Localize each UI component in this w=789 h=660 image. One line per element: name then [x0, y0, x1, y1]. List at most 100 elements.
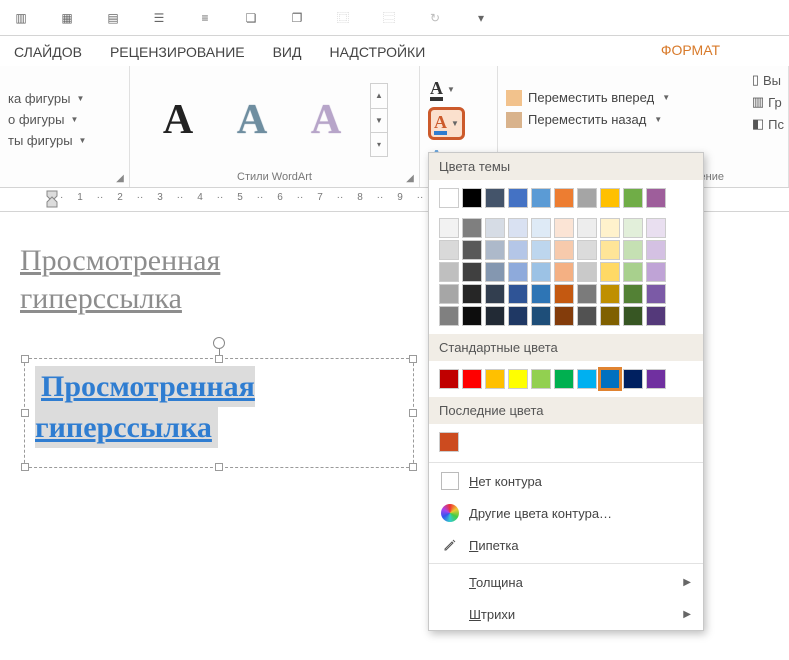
- gallery-more-icon[interactable]: ▾: [371, 132, 387, 156]
- shape-outline-button[interactable]: о фигуры▼: [8, 112, 86, 127]
- color-swatch[interactable]: [554, 306, 574, 326]
- color-swatch[interactable]: [439, 369, 459, 389]
- rotate-button[interactable]: ◧ Пс: [752, 116, 784, 132]
- no-outline-option[interactable]: Нет контура: [429, 465, 703, 497]
- align-top-icon[interactable]: ☰: [148, 7, 170, 29]
- color-swatch[interactable]: [462, 188, 482, 208]
- align-right-icon[interactable]: ▤: [102, 7, 124, 29]
- outline-dashes-option[interactable]: Штрихи ▶: [429, 598, 703, 630]
- color-swatch[interactable]: [508, 188, 528, 208]
- color-swatch[interactable]: [600, 188, 620, 208]
- color-swatch[interactable]: [577, 306, 597, 326]
- color-swatch[interactable]: [462, 240, 482, 260]
- color-swatch[interactable]: [462, 369, 482, 389]
- color-swatch[interactable]: [646, 306, 666, 326]
- color-swatch[interactable]: [554, 188, 574, 208]
- color-swatch[interactable]: [554, 369, 574, 389]
- resize-handle[interactable]: [409, 463, 417, 471]
- color-swatch[interactable]: [623, 240, 643, 260]
- color-swatch[interactable]: [646, 262, 666, 282]
- more-outline-colors-option[interactable]: Другие цвета контура…: [429, 497, 703, 529]
- color-swatch[interactable]: [623, 306, 643, 326]
- color-swatch[interactable]: [646, 369, 666, 389]
- wordart-dialog-launcher[interactable]: ◢: [403, 171, 417, 185]
- resize-handle[interactable]: [409, 355, 417, 363]
- color-swatch[interactable]: [531, 262, 551, 282]
- color-swatch[interactable]: [439, 240, 459, 260]
- color-swatch[interactable]: [531, 240, 551, 260]
- align-button[interactable]: ▯ Вы: [752, 72, 784, 88]
- align-center-icon[interactable]: ▦: [56, 7, 78, 29]
- color-swatch[interactable]: [485, 188, 505, 208]
- color-swatch[interactable]: [600, 240, 620, 260]
- color-swatch[interactable]: [508, 262, 528, 282]
- color-swatch[interactable]: [646, 284, 666, 304]
- color-swatch[interactable]: [462, 306, 482, 326]
- color-swatch[interactable]: [439, 218, 459, 238]
- color-swatch[interactable]: [508, 240, 528, 260]
- resize-handle[interactable]: [21, 463, 29, 471]
- color-swatch[interactable]: [508, 284, 528, 304]
- color-swatch[interactable]: [646, 240, 666, 260]
- color-swatch[interactable]: [439, 306, 459, 326]
- color-swatch[interactable]: [531, 284, 551, 304]
- bring-forward-icon[interactable]: ❏: [240, 7, 262, 29]
- resize-handle[interactable]: [21, 355, 29, 363]
- color-swatch[interactable]: [577, 262, 597, 282]
- tab-view[interactable]: ВИД: [259, 38, 316, 66]
- color-swatch[interactable]: [554, 262, 574, 282]
- color-swatch[interactable]: [623, 284, 643, 304]
- color-swatch[interactable]: [600, 218, 620, 238]
- color-swatch[interactable]: [600, 306, 620, 326]
- color-swatch[interactable]: [646, 218, 666, 238]
- color-swatch[interactable]: [577, 369, 597, 389]
- color-swatch[interactable]: [623, 188, 643, 208]
- color-swatch[interactable]: [462, 262, 482, 282]
- text-outline-button[interactable]: A ▼: [428, 107, 465, 140]
- color-swatch[interactable]: [508, 369, 528, 389]
- eyedropper-option[interactable]: Пипетка: [429, 529, 703, 561]
- outline-weight-option[interactable]: Толщина ▶: [429, 566, 703, 598]
- color-swatch[interactable]: [577, 188, 597, 208]
- send-backward-icon[interactable]: ❐: [286, 7, 308, 29]
- color-swatch[interactable]: [554, 284, 574, 304]
- tab-review[interactable]: РЕЦЕНЗИРОВАНИЕ: [96, 38, 259, 66]
- color-swatch[interactable]: [485, 240, 505, 260]
- color-swatch[interactable]: [623, 218, 643, 238]
- color-swatch[interactable]: [577, 240, 597, 260]
- color-swatch[interactable]: [554, 218, 574, 238]
- color-swatch[interactable]: [439, 262, 459, 282]
- color-swatch[interactable]: [485, 306, 505, 326]
- color-swatch[interactable]: [531, 306, 551, 326]
- color-swatch[interactable]: [485, 284, 505, 304]
- gallery-up-icon[interactable]: ▲: [371, 84, 387, 108]
- tab-format[interactable]: ФОРМАТ: [647, 36, 734, 64]
- color-swatch[interactable]: [439, 188, 459, 208]
- color-swatch[interactable]: [646, 188, 666, 208]
- color-swatch[interactable]: [439, 284, 459, 304]
- wordart-gallery[interactable]: A A A ▲ ▼ ▾: [138, 83, 388, 157]
- color-swatch[interactable]: [531, 188, 551, 208]
- color-swatch[interactable]: [508, 306, 528, 326]
- overflow-icon[interactable]: ▾: [470, 7, 492, 29]
- color-swatch[interactable]: [600, 369, 620, 389]
- color-swatch[interactable]: [439, 432, 459, 452]
- gallery-down-icon[interactable]: ▼: [371, 108, 387, 132]
- color-swatch[interactable]: [531, 218, 551, 238]
- color-swatch[interactable]: [554, 240, 574, 260]
- text-fill-button[interactable]: A ▼: [428, 76, 457, 103]
- color-swatch[interactable]: [531, 369, 551, 389]
- color-swatch[interactable]: [600, 284, 620, 304]
- resize-handle[interactable]: [215, 463, 223, 471]
- shape-fill-button[interactable]: ка фигуры▼: [8, 91, 86, 106]
- rotate-handle[interactable]: [213, 337, 225, 349]
- resize-handle[interactable]: [21, 409, 29, 417]
- tab-slides[interactable]: СЛАЙДОВ: [0, 38, 96, 66]
- shape-styles-dialog-launcher[interactable]: ◢: [113, 171, 127, 185]
- selected-hyperlink-text[interactable]: Просмотренная гиперссылка: [35, 366, 255, 448]
- color-swatch[interactable]: [485, 262, 505, 282]
- resize-handle[interactable]: [409, 409, 417, 417]
- shape-effects-button[interactable]: ты фигуры▼: [8, 133, 86, 148]
- color-swatch[interactable]: [485, 218, 505, 238]
- wordart-preset-2[interactable]: A: [222, 94, 282, 146]
